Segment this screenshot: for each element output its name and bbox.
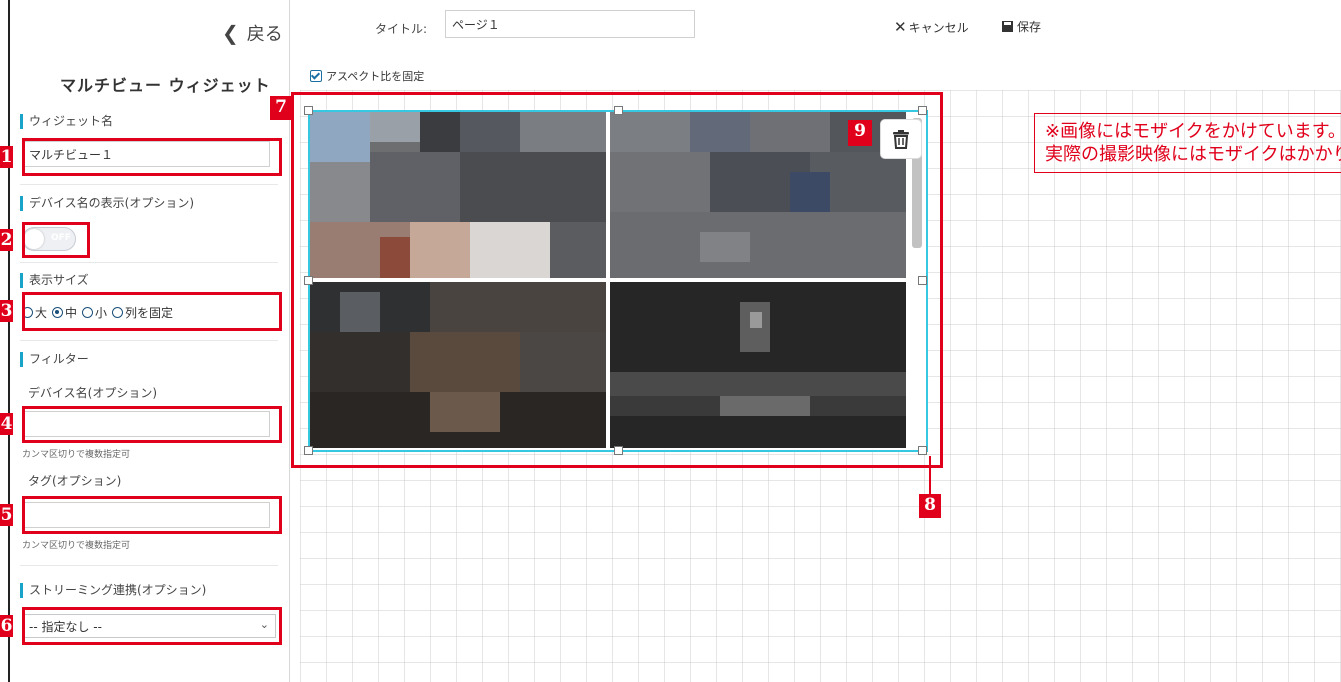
radio-label: 小 [95, 306, 108, 320]
resize-handle-bottom[interactable] [614, 446, 623, 455]
device-name-display-toggle[interactable]: OFF [22, 227, 76, 251]
divider [20, 340, 278, 341]
annotation-badge-1: 1 [0, 146, 13, 168]
close-icon: ✕ [894, 18, 907, 36]
camera-view-4[interactable] [610, 282, 906, 448]
device-name-filter-hint: カンマ区切りで複数指定可 [22, 450, 131, 460]
mosaic-note-line-1: ※画像にはモザイクをかけています。 [1045, 121, 1341, 142]
display-size-label: 表示サイズ [20, 273, 89, 288]
camera-feed-image [310, 112, 606, 278]
streaming-label: ストリーミング連携(オプション) [20, 583, 206, 598]
toggle-knob [24, 229, 44, 249]
save-button[interactable]: 保存 [1002, 18, 1041, 35]
settings-sidebar [8, 0, 290, 682]
tag-filter-label: タグ(オプション) [28, 474, 122, 488]
back-label: 戻る [246, 24, 283, 45]
delete-widget-button[interactable] [880, 119, 922, 159]
radio-dot [82, 307, 94, 318]
camera-view-3[interactable] [310, 282, 606, 448]
floppy-disk-icon [1002, 21, 1013, 32]
annotation-badge-9: 9 [848, 120, 872, 146]
camera-feed-image [310, 282, 606, 448]
annotation-badge-6: 6 [0, 615, 13, 637]
mosaic-note-line-2: 実際の撮影映像にはモザイクはかかりません。 [1045, 144, 1341, 165]
camera-feed-image [610, 282, 906, 448]
divider [20, 262, 278, 263]
chevron-down-icon: ⌄ [259, 618, 269, 631]
widget-name-label: ウィジェット名 [20, 114, 113, 129]
cancel-label: キャンセル [908, 21, 969, 35]
annotation-leader-line [929, 456, 931, 494]
filter-label: フィルター [20, 352, 89, 367]
multiview-widget[interactable] [308, 110, 928, 452]
annotation-badge-2: 2 [0, 229, 13, 251]
resize-handle-left[interactable] [304, 276, 313, 285]
checkbox-checked-icon [310, 70, 322, 82]
annotation-badge-4: 4 [0, 413, 13, 435]
tag-filter-input[interactable] [22, 502, 270, 528]
radio-dot [22, 307, 33, 318]
toggle-state-label: OFF [51, 233, 71, 243]
radio-dot-selected [52, 307, 64, 318]
camera-view-1[interactable] [310, 112, 606, 278]
aspect-lock-checkbox[interactable]: アスペクト比を固定 [310, 68, 424, 84]
resize-handle-top-right[interactable] [918, 106, 927, 115]
radio-label: 列を固定 [125, 306, 174, 320]
save-label: 保存 [1017, 20, 1042, 34]
panel-title: マルチビュー ウィジェット [60, 76, 271, 95]
resize-handle-top-left[interactable] [304, 106, 313, 115]
display-size-radio-group: 大 中 小 列を固定 [22, 304, 173, 321]
radio-medium[interactable]: 中 [52, 304, 77, 321]
widget-name-input[interactable] [22, 141, 270, 167]
device-name-filter-label: デバイス名(オプション) [28, 386, 158, 400]
resize-handle-bottom-left[interactable] [304, 446, 313, 455]
radio-small[interactable]: 小 [82, 304, 107, 321]
title-input[interactable] [445, 10, 695, 38]
annotation-badge-8: 8 [919, 494, 941, 518]
annotation-badge-5: 5 [0, 504, 13, 526]
annotation-badge-3: 3 [0, 300, 13, 322]
radio-large[interactable]: 大 [22, 304, 47, 321]
radio-label: 大 [35, 306, 48, 320]
annotation-badge-7: 7 [270, 96, 292, 120]
device-name-filter-input[interactable] [22, 411, 270, 437]
radio-dot [112, 307, 124, 318]
streaming-selected-value: -- 指定なし -- [29, 620, 102, 634]
divider [20, 184, 278, 185]
mosaic-note: ※画像にはモザイクをかけています。 実際の撮影映像にはモザイクはかかりません。 [1034, 113, 1341, 173]
chevron-left-icon: ❮ [222, 21, 239, 45]
aspect-lock-label: アスペクト比を固定 [326, 70, 425, 83]
resize-handle-right[interactable] [918, 276, 927, 285]
radio-fixed-columns[interactable]: 列を固定 [112, 304, 173, 321]
title-label: タイトル: [375, 22, 428, 36]
device-name-display-label: デバイス名の表示(オプション) [20, 196, 194, 211]
resize-handle-bottom-right[interactable] [918, 446, 927, 455]
back-button[interactable]: ❮ 戻る [222, 20, 283, 46]
trash-icon [893, 130, 909, 149]
divider [20, 565, 278, 566]
resize-handle-top[interactable] [614, 106, 623, 115]
cancel-button[interactable]: ✕ キャンセル [894, 18, 969, 36]
streaming-select[interactable]: -- 指定なし -- ⌄ [22, 614, 276, 638]
radio-label: 中 [65, 306, 78, 320]
tag-filter-hint: カンマ区切りで複数指定可 [22, 541, 131, 551]
